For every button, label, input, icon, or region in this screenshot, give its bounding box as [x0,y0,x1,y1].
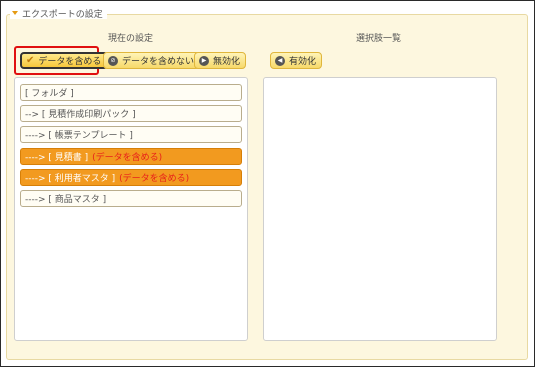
list-item[interactable]: [ フォルダ ] [20,84,242,101]
enable-label: 有効化 [289,57,317,67]
list-item-label: ----> [ 帳票テンプレート ] [25,131,133,141]
available-options-list[interactable] [263,77,497,341]
panel-legend[interactable]: エクスポートの設定 [10,7,107,20]
list-item-label: ----> [ 見積書 ] [25,153,89,163]
list-item-label: ----> [ 商品マスタ ] [25,195,107,205]
list-item-tag: (データを含める) [119,174,190,184]
collapse-triangle-icon[interactable] [12,11,18,15]
disable-button[interactable]: ▶ 無効化 [194,52,247,69]
disable-label: 無効化 [213,57,241,67]
list-item-label: ----> [ 利用者マスタ ] [25,174,116,184]
check-icon: ✔ [26,54,35,66]
list-item-label: --> [ 見積作成印刷パック ] [25,110,136,120]
minus-circle-icon: ⊘ [108,55,118,66]
list-item[interactable]: ----> [ 商品マスタ ] [20,190,242,207]
list-item[interactable]: --> [ 見積作成印刷パック ] [20,105,242,122]
exclude-data-label: データを含めない [122,57,195,67]
list-item[interactable]: ----> [ 見積書 ] (データを含める) [20,148,242,165]
list-item[interactable]: ----> [ 利用者マスタ ] (データを含める) [20,169,242,186]
left-arrow-circle-icon: ◀ [275,55,285,66]
panel-legend-label: エクスポートの設定 [22,9,103,20]
current-settings-title: 現在の設定 [108,34,154,44]
list-item[interactable]: ----> [ 帳票テンプレート ] [20,126,242,143]
include-data-label: データを含める [38,57,102,67]
exclude-data-button[interactable]: ⊘ データを含めない [103,52,201,69]
available-options-title: 選択肢一覧 [356,34,402,44]
list-item-tag: (データを含める) [92,153,163,163]
include-data-button[interactable]: ✔ データを含める [20,52,109,69]
list-item-label: [ フォルダ ] [25,89,74,99]
enable-button[interactable]: ◀ 有効化 [270,52,323,69]
right-arrow-circle-icon: ▶ [199,55,209,66]
